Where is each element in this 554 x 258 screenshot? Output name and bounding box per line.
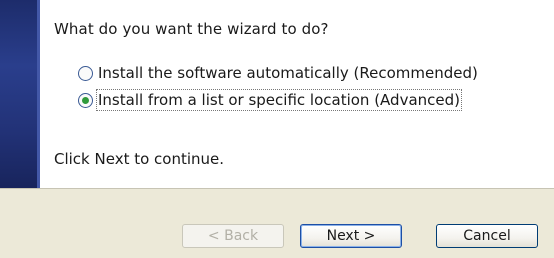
option-install-from-list[interactable]: Install from a list or specific location… bbox=[78, 89, 462, 111]
next-button[interactable]: Next > bbox=[300, 224, 402, 248]
radio-list-icon[interactable] bbox=[78, 92, 93, 108]
side-banner bbox=[0, 0, 40, 188]
cancel-button[interactable]: Cancel bbox=[436, 224, 538, 248]
wizard-window: What do you want the wizard to do? Insta… bbox=[0, 0, 554, 258]
continue-instruction: Click Next to continue. bbox=[54, 150, 225, 168]
radio-automatic-icon[interactable] bbox=[78, 65, 93, 81]
option-list-label: Install from a list or specific location… bbox=[96, 89, 462, 111]
button-bar: < Back Next > Cancel bbox=[0, 188, 554, 258]
content-area: What do you want the wizard to do? Insta… bbox=[40, 0, 554, 188]
option-automatic-label: Install the software automatically (Reco… bbox=[98, 64, 478, 82]
back-button[interactable]: < Back bbox=[182, 224, 284, 248]
wizard-question: What do you want the wizard to do? bbox=[54, 20, 329, 38]
option-install-automatically[interactable]: Install the software automatically (Reco… bbox=[78, 64, 478, 82]
